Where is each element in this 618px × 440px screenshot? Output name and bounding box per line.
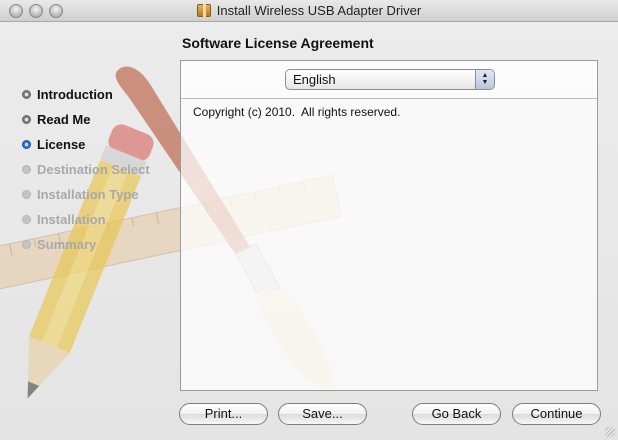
window-title-area: Install Wireless USB Adapter Driver [0, 3, 618, 18]
language-select[interactable]: English ▲ ▼ [285, 69, 495, 90]
step-label: Summary [37, 237, 97, 252]
step-status-icon [22, 190, 31, 199]
step-label: Read Me [37, 112, 91, 127]
step-introduction: Introduction [22, 82, 172, 107]
installer-window: Install Wireless USB Adapter Driver Soft… [0, 0, 618, 440]
title-bar[interactable]: Install Wireless USB Adapter Driver [0, 0, 618, 22]
step-label: Destination Select [37, 162, 150, 177]
installer-package-icon [196, 4, 211, 17]
save-button[interactable]: Save... [278, 403, 367, 425]
installer-steps: Introduction Read Me License Destination… [22, 82, 172, 257]
up-down-arrows-icon[interactable]: ▲ ▼ [475, 70, 494, 89]
license-text[interactable]: Copyright (c) 2010. All rights reserved. [193, 105, 400, 119]
step-status-icon [22, 165, 31, 174]
language-select-value: English [293, 72, 336, 87]
go-back-button[interactable]: Go Back [412, 403, 501, 425]
step-status-icon [22, 90, 31, 99]
step-installation-type: Installation Type [22, 182, 172, 207]
page-title: Software License Agreement [182, 35, 374, 51]
step-label: Installation [37, 212, 106, 227]
step-status-icon [22, 115, 31, 124]
step-label: Installation Type [37, 187, 139, 202]
step-destination-select: Destination Select [22, 157, 172, 182]
step-status-icon [22, 215, 31, 224]
step-license: License [22, 132, 172, 157]
step-status-icon [22, 240, 31, 249]
step-label: Introduction [37, 87, 113, 102]
step-summary: Summary [22, 232, 172, 257]
window-title: Install Wireless USB Adapter Driver [216, 3, 422, 18]
step-read-me: Read Me [22, 107, 172, 132]
step-installation: Installation [22, 207, 172, 232]
step-current-icon [22, 140, 31, 149]
print-button[interactable]: Print... [179, 403, 268, 425]
step-label: License [37, 137, 86, 152]
resize-grip-icon[interactable] [605, 427, 615, 437]
continue-button[interactable]: Continue [512, 403, 601, 425]
license-panel: English ▲ ▼ Copyright (c) 2010. All right… [180, 60, 598, 391]
language-bar: English ▲ ▼ [181, 61, 597, 99]
